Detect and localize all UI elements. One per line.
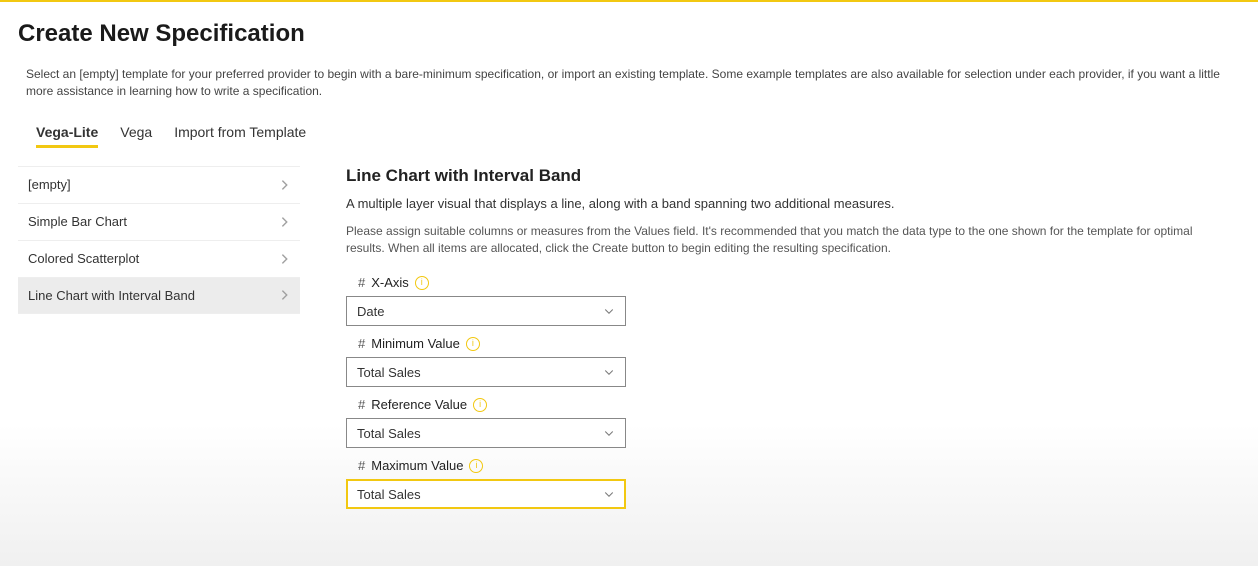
provider-tabs: Vega-Lite Vega Import from Template xyxy=(18,118,1240,148)
field-label: # Reference Value i xyxy=(346,397,1232,412)
intro-text: Select an [empty] template for your pref… xyxy=(18,66,1240,100)
dropdown-max-value[interactable]: Total Sales xyxy=(346,479,626,509)
chevron-right-icon xyxy=(278,288,292,302)
page-title: Create New Specification xyxy=(18,20,1240,48)
field-ref-value: # Reference Value i Total Sales xyxy=(346,397,1232,448)
dropdown-value: Total Sales xyxy=(357,426,421,441)
dropdown-ref-value[interactable]: Total Sales xyxy=(346,418,626,448)
chevron-right-icon xyxy=(278,215,292,229)
tab-vega[interactable]: Vega xyxy=(120,118,152,148)
field-label-text: Reference Value xyxy=(371,397,467,412)
dropdown-x-axis[interactable]: Date xyxy=(346,296,626,326)
template-item-colored-scatter[interactable]: Colored Scatterplot xyxy=(18,240,300,277)
chevron-down-icon xyxy=(603,366,615,378)
detail-help: Please assign suitable columns or measur… xyxy=(346,223,1232,258)
dropdown-value: Total Sales xyxy=(357,365,421,380)
field-max-value: # Maximum Value i Total Sales xyxy=(346,458,1232,509)
tab-vega-lite[interactable]: Vega-Lite xyxy=(36,118,98,148)
field-label-text: Minimum Value xyxy=(371,336,460,351)
info-icon[interactable]: i xyxy=(469,459,483,473)
field-x-axis: # X-Axis i Date xyxy=(346,275,1232,326)
chevron-right-icon xyxy=(278,178,292,192)
field-label: # X-Axis i xyxy=(346,275,1232,290)
template-item-label: Colored Scatterplot xyxy=(28,251,139,266)
info-icon[interactable]: i xyxy=(415,276,429,290)
template-detail: Line Chart with Interval Band A multiple… xyxy=(346,166,1240,520)
template-item-label: Simple Bar Chart xyxy=(28,214,127,229)
template-item-empty[interactable]: [empty] xyxy=(18,166,300,203)
field-label: # Maximum Value i xyxy=(346,458,1232,473)
chevron-down-icon xyxy=(603,305,615,317)
hash-icon: # xyxy=(358,336,365,351)
hash-icon: # xyxy=(358,458,365,473)
tab-import-template[interactable]: Import from Template xyxy=(174,118,306,148)
hash-icon: # xyxy=(358,397,365,412)
info-icon[interactable]: i xyxy=(466,337,480,351)
detail-title: Line Chart with Interval Band xyxy=(346,166,1232,186)
detail-subtitle: A multiple layer visual that displays a … xyxy=(346,196,1232,211)
template-item-line-interval[interactable]: Line Chart with Interval Band xyxy=(18,277,300,314)
field-label: # Minimum Value i xyxy=(346,336,1232,351)
chevron-down-icon xyxy=(603,427,615,439)
template-list: [empty] Simple Bar Chart Colored Scatter… xyxy=(18,166,300,520)
chevron-down-icon xyxy=(603,488,615,500)
chevron-right-icon xyxy=(278,252,292,266)
template-item-simple-bar[interactable]: Simple Bar Chart xyxy=(18,203,300,240)
template-item-label: [empty] xyxy=(28,177,71,192)
hash-icon: # xyxy=(358,275,365,290)
dropdown-value: Total Sales xyxy=(357,487,421,502)
dropdown-min-value[interactable]: Total Sales xyxy=(346,357,626,387)
field-min-value: # Minimum Value i Total Sales xyxy=(346,336,1232,387)
field-label-text: X-Axis xyxy=(371,275,409,290)
info-icon[interactable]: i xyxy=(473,398,487,412)
field-label-text: Maximum Value xyxy=(371,458,463,473)
template-item-label: Line Chart with Interval Band xyxy=(28,288,195,303)
dropdown-value: Date xyxy=(357,304,384,319)
